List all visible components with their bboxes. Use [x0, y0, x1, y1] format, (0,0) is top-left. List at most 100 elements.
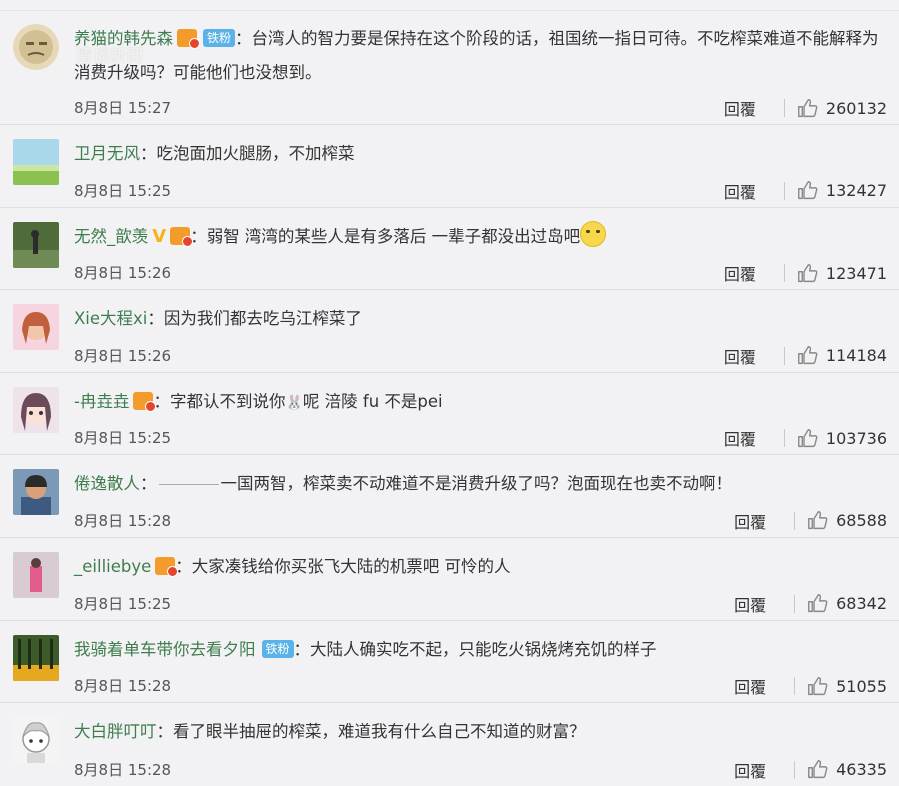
- divider: [794, 511, 796, 530]
- avatar[interactable]: [13, 717, 59, 764]
- timestamp: 8月8日 15:25: [74, 181, 172, 200]
- divider: [794, 594, 796, 613]
- emoji-icon: [580, 220, 607, 247]
- divider: [783, 429, 785, 448]
- like-count: 132427: [825, 181, 887, 201]
- rabbit-emoji-icon: 🐰: [285, 394, 303, 411]
- avatar[interactable]: [13, 24, 59, 70]
- comment-text-cont: 呢 涪陵 fu 不是pei: [302, 391, 443, 411]
- reply-button[interactable]: 回覆: [724, 96, 756, 120]
- like-button[interactable]: 68588: [807, 510, 887, 531]
- timestamp: 8月8日 15:26: [74, 346, 172, 365]
- comment-text: ：吃泡面加火腿肠，不加榨菜: [140, 144, 355, 163]
- redacted-mark: [158, 484, 219, 486]
- username[interactable]: 大白胖叮叮: [74, 722, 157, 741]
- comment-text: ：字都认不到说你: [153, 391, 286, 411]
- fan-badge: 铁粉: [203, 29, 236, 47]
- verified-icon: V: [152, 225, 167, 247]
- username[interactable]: 卫月无风: [74, 144, 140, 163]
- divider: [783, 346, 785, 365]
- like-count: 114184: [825, 346, 887, 366]
- comment-text: ：大家凑钱给你买张飞大陆的机票吧 可怜的人: [175, 556, 511, 576]
- like-button[interactable]: 46335: [807, 759, 887, 780]
- comment-text: ：: [140, 474, 157, 494]
- vip-icon: [155, 556, 179, 577]
- username[interactable]: _eilliebye: [74, 557, 151, 576]
- timestamp: 8月8日 15:25: [74, 429, 172, 448]
- avatar[interactable]: [13, 551, 59, 598]
- divider: [794, 760, 796, 779]
- avatar[interactable]: [13, 469, 59, 516]
- avatar[interactable]: [13, 139, 59, 185]
- like-button[interactable]: 123471: [797, 263, 887, 284]
- like-count: 260132: [825, 98, 887, 118]
- comment-item: _eilliebye ：大家凑钱给你买张飞大陆的机票吧 可怜的人 8月8日 15:…: [0, 538, 899, 621]
- like-button[interactable]: 51055: [807, 676, 887, 697]
- thumbs-up-icon: [808, 760, 828, 779]
- timestamp: 8月8日 15:26: [74, 264, 172, 283]
- comment-text: ：弱智 湾湾的某些人是有多落后 一辈子都没出过岛吧: [190, 226, 581, 246]
- comment-item: Xie大程xi：因为我们都去吃乌江榨菜了 8月8日 15:26 回覆 11418…: [0, 290, 899, 373]
- like-count: 68342: [836, 594, 887, 614]
- thumbs-up-icon: [797, 181, 818, 200]
- timestamp: 8月8日 15:25: [74, 594, 172, 613]
- like-button[interactable]: 132427: [797, 180, 887, 201]
- comment-item: 养猫的韩先森 铁粉 ：台湾人的智力要是保持在这个阶段的话，祖国统一指日可待。不吃榨菜…: [0, 10, 899, 125]
- comment-item: 大白胖叮叮：看了眼半抽屉的榨菜，难道我有什么自己不知道的财富？ 8月8日 15:…: [0, 703, 899, 786]
- avatar[interactable]: [13, 221, 59, 268]
- comment-item: 卫月无风：吃泡面加火腿肠，不加榨菜 8月8日 15:25 回覆 132427: [0, 125, 899, 208]
- username[interactable]: -冉垚垚: [74, 392, 129, 411]
- vip-icon: [177, 29, 200, 49]
- comment-text-cont: 一国两智，榨菜卖不动难道不是消费升级了吗？泡面现在也卖不动啊！: [220, 474, 733, 494]
- like-button[interactable]: 260132: [797, 98, 887, 119]
- reply-button[interactable]: 回覆: [724, 179, 756, 203]
- thumbs-up-icon: [808, 594, 828, 613]
- thumbs-up-icon: [797, 428, 818, 447]
- avatar[interactable]: [13, 386, 59, 433]
- comment-item: 倦逸散人： 一国两智，榨菜卖不动难道不是消费升级了吗？泡面现在也卖不动啊！ 8月8…: [0, 455, 899, 538]
- timestamp: 8月8日 15:28: [74, 677, 172, 696]
- like-button[interactable]: 68342: [807, 593, 887, 614]
- like-count: 123471: [825, 263, 887, 283]
- like-button[interactable]: 103736: [797, 428, 887, 449]
- comment-item: -冉垚垚 ：字都认不到说你🐰呢 涪陵 fu 不是pei 8月8日 15:25 回覆…: [0, 373, 899, 456]
- reply-button[interactable]: 回覆: [734, 592, 766, 616]
- thumbs-up-icon: [797, 346, 818, 365]
- username[interactable]: 无然_歆羡: [74, 227, 148, 246]
- thumbs-up-icon: [797, 263, 818, 282]
- reply-button[interactable]: 回覆: [734, 674, 766, 698]
- watermark: 清福新聞: [76, 46, 145, 65]
- reply-button[interactable]: 回覆: [734, 509, 766, 533]
- divider: [783, 99, 785, 117]
- timestamp: 8月8日 15:28: [74, 760, 172, 779]
- thumbs-up-icon: [797, 98, 818, 117]
- avatar[interactable]: [13, 634, 59, 681]
- divider: [794, 677, 796, 696]
- username[interactable]: 倦逸散人: [74, 474, 140, 493]
- thumbs-up-icon: [808, 676, 828, 695]
- comment-text: ：因为我们都去吃乌江榨菜了: [147, 309, 362, 329]
- reply-button[interactable]: 回覆: [724, 426, 756, 450]
- comment-list: 养猫的韩先森 铁粉 ：台湾人的智力要是保持在这个阶段的话，祖国统一指日可待。不吃榨菜…: [0, 10, 899, 786]
- comment-text: ：看了眼半抽屉的榨菜，难道我有什么自己不知道的财富？: [156, 722, 586, 742]
- like-button[interactable]: 114184: [797, 345, 887, 366]
- thumbs-up-icon: [808, 511, 828, 530]
- comment-item: 无然_歆羡 V ：弱智 湾湾的某些人是有多落后 一辈子都没出过岛吧 8月8日 15:…: [0, 208, 899, 291]
- divider: [783, 181, 785, 200]
- vip-icon: [170, 226, 194, 247]
- vip-icon: [133, 391, 157, 412]
- reply-button[interactable]: 回覆: [724, 344, 756, 368]
- username[interactable]: Xie大程xi: [74, 309, 147, 328]
- like-count: 51055: [836, 676, 887, 696]
- reply-button[interactable]: 回覆: [724, 261, 756, 285]
- comment-text: ：大陆人确实吃不起，只能吃火锅烧烤充饥的样子: [293, 639, 657, 659]
- like-count: 46335: [836, 760, 887, 780]
- comment-item: 我骑着单车带你去看夕阳 铁粉 ：大陆人确实吃不起，只能吃火锅烧烤充饥的样子 8月8日…: [0, 621, 899, 704]
- username[interactable]: 我骑着单车带你去看夕阳: [74, 640, 256, 659]
- avatar[interactable]: [13, 304, 59, 351]
- like-count: 68588: [836, 511, 887, 531]
- timestamp: 8月8日 15:27: [74, 99, 172, 117]
- timestamp: 8月8日 15:28: [74, 511, 172, 530]
- reply-button[interactable]: 回覆: [734, 758, 766, 782]
- fan-badge: 铁粉: [261, 639, 294, 658]
